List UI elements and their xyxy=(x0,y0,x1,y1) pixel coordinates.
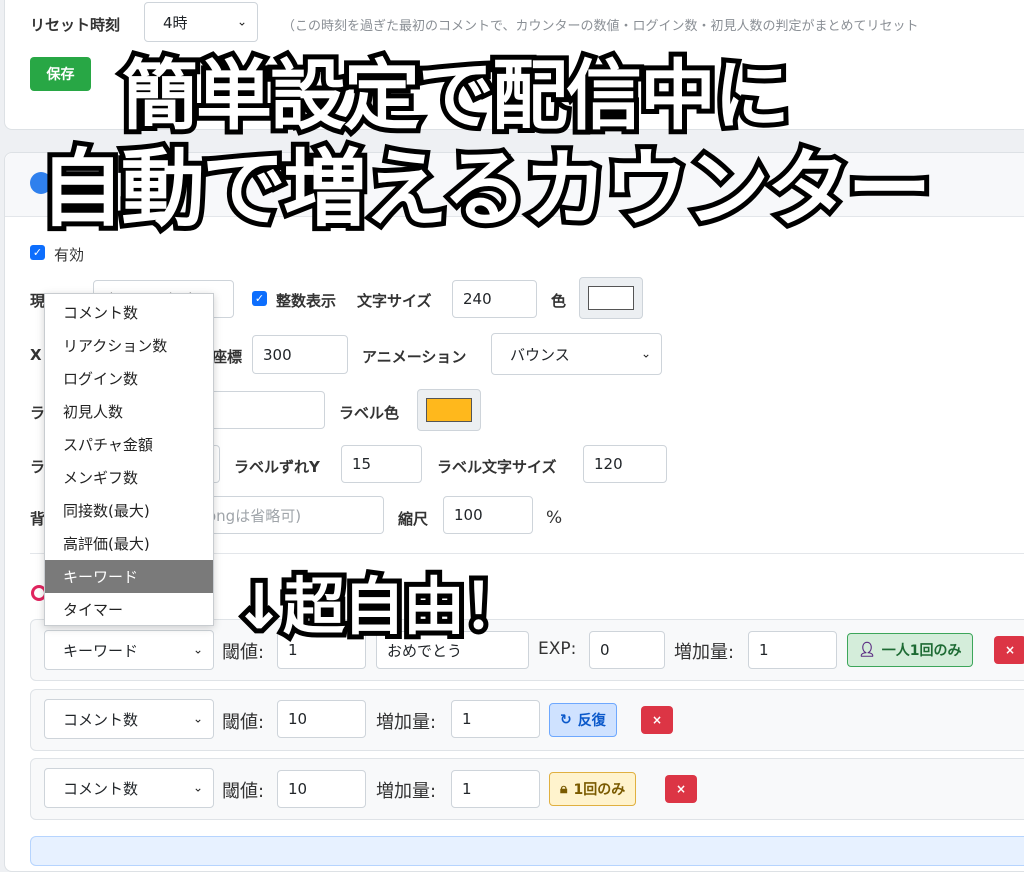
threshold-label: 閾値: xyxy=(222,781,265,802)
enabled-label: 有効 xyxy=(54,246,85,264)
background-input[interactable]: ongは省略可) xyxy=(196,496,384,534)
chevron-down-icon: ⌄ xyxy=(192,642,203,657)
threshold-label: 閾値: xyxy=(222,712,265,733)
exp-input[interactable]: 0 xyxy=(589,631,665,669)
exp-label: EXP: xyxy=(538,639,577,659)
person-icon: 👤︎ xyxy=(858,642,876,658)
font-size-input[interactable]: 240 xyxy=(452,280,537,318)
rule-type-value: コメント数 xyxy=(63,710,139,729)
dropdown-option[interactable]: メンギフ数 xyxy=(45,461,213,494)
background-label: 背 xyxy=(30,510,46,528)
overlay-title-line2: 自動で増えるカウンター xyxy=(35,135,936,243)
dropdown-option[interactable]: ログイン数 xyxy=(45,362,213,395)
dropdown-option[interactable]: リアクション数 xyxy=(45,329,213,362)
increment-input[interactable]: 1 xyxy=(451,770,540,808)
chevron-down-icon: ⌄ xyxy=(640,346,651,361)
increment-label: 増加量: xyxy=(376,781,437,802)
rule-type-select[interactable]: コメント数 ⌄ xyxy=(44,768,214,808)
x-coord-label: X xyxy=(30,346,42,364)
chevron-down-icon: ⌄ xyxy=(192,780,203,795)
dropdown-option[interactable]: 初見人数 xyxy=(45,395,213,428)
once-toggle[interactable]: 🔒︎ 1回のみ xyxy=(549,772,637,806)
current-label: 現 xyxy=(30,292,46,310)
save-button[interactable]: 保存 xyxy=(30,57,91,91)
label-offset-y-label: ラベルずれY xyxy=(234,458,320,476)
rule-type-value: コメント数 xyxy=(63,779,139,798)
overlay-arrow-text: ↓超自由！ xyxy=(228,565,530,648)
animation-select[interactable]: バウンス ⌄ xyxy=(491,333,662,375)
once-label: 1回のみ xyxy=(573,782,626,798)
repeat-icon: ↻ xyxy=(560,712,572,728)
threshold-input[interactable]: 10 xyxy=(277,770,366,808)
chevron-down-icon: ⌄ xyxy=(192,711,203,726)
reset-time-label: リセット時刻 xyxy=(30,16,121,34)
color-picker[interactable] xyxy=(579,277,643,319)
scale-label: 縮尺 xyxy=(398,510,429,528)
dropdown-option[interactable]: 高評価(最大) xyxy=(45,527,213,560)
rule-type-select[interactable]: コメント数 ⌄ xyxy=(44,699,214,739)
increment-label: 増加量: xyxy=(674,642,735,663)
dropdown-option[interactable]: タイマー xyxy=(45,593,213,626)
threshold-input[interactable]: 10 xyxy=(277,700,366,738)
label-font-size-label: ラベル文字サイズ xyxy=(437,458,557,476)
chevron-down-icon: ⌄ xyxy=(236,14,247,29)
repeat-label: 反復 xyxy=(577,713,606,729)
dropdown-option[interactable]: キーワード xyxy=(45,560,213,593)
delete-rule-button[interactable]: × xyxy=(665,775,697,803)
color-swatch xyxy=(588,286,634,310)
increment-input[interactable]: 1 xyxy=(451,700,540,738)
label-text-label: ラ xyxy=(30,404,46,422)
animation-value: バウンス xyxy=(510,345,570,364)
scale-unit: % xyxy=(546,508,563,528)
lock-icon: 🔒︎ xyxy=(560,781,568,797)
reset-note: （この時刻を過ぎた最初のコメントで、カウンターの数値・ログイン数・初見人数の判定… xyxy=(282,19,919,34)
rule-type-select[interactable]: キーワード ⌄ xyxy=(44,630,214,670)
label-offset-y-input[interactable]: 15 xyxy=(341,445,422,483)
repeat-toggle[interactable]: ↻ 反復 xyxy=(549,703,617,737)
y-coord-label: 座標 xyxy=(212,348,243,366)
reset-time-value: 4時 xyxy=(163,13,188,32)
label-offset-x-label: ラ xyxy=(30,458,46,476)
dropdown-option[interactable]: 同接数(最大) xyxy=(45,494,213,527)
once-per-user-toggle[interactable]: 👤︎ 一人1回のみ xyxy=(847,633,973,667)
delete-rule-button[interactable]: × xyxy=(641,706,673,734)
label-color-label: ラベル色 xyxy=(339,404,400,422)
rule-type-dropdown[interactable]: コメント数 リアクション数 ログイン数 初見人数 スパチャ金額 メンギフ数 同接数(最大) 高… xyxy=(44,293,214,626)
integer-checkbox[interactable]: ✓ xyxy=(252,291,267,306)
label-font-size-input[interactable]: 120 xyxy=(583,445,667,483)
label-color-picker[interactable] xyxy=(417,389,481,431)
scale-input[interactable]: 100 xyxy=(443,496,533,534)
font-size-label: 文字サイズ xyxy=(357,292,432,310)
enabled-checkbox[interactable]: ✓ xyxy=(30,245,45,260)
label-color-swatch xyxy=(426,398,472,422)
dropdown-option[interactable]: コメント数 xyxy=(45,296,213,329)
label-text-input[interactable] xyxy=(196,391,325,429)
info-box xyxy=(30,836,1024,866)
rule-type-value: キーワード xyxy=(63,641,139,660)
increment-label: 増加量: xyxy=(376,712,437,733)
dropdown-option[interactable]: スパチャ金額 xyxy=(45,428,213,461)
y-coord-input[interactable]: 300 xyxy=(252,335,348,374)
increment-input[interactable]: 1 xyxy=(748,631,837,669)
integer-label: 整数表示 xyxy=(276,292,337,310)
animation-label: アニメーション xyxy=(362,348,467,366)
delete-rule-button[interactable]: × xyxy=(994,636,1024,664)
color-label: 色 xyxy=(551,292,567,310)
once-per-user-label: 一人1回のみ xyxy=(881,643,962,659)
